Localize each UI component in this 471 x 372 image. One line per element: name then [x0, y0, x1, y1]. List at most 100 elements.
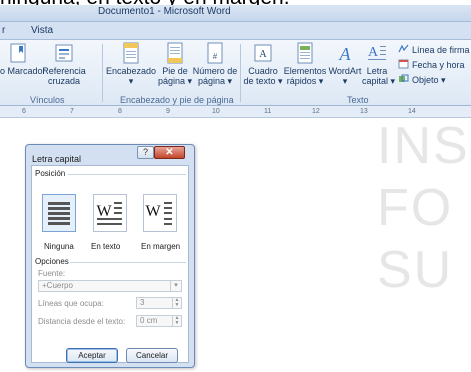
wordart-label-2: ▾ — [342, 76, 348, 86]
help-button[interactable]: ? — [137, 146, 154, 159]
header-icon — [123, 42, 139, 64]
font-label: Fuente: — [38, 269, 66, 278]
drop-cap-in-margin-icon: W — [145, 202, 172, 225]
drop-cap-button[interactable]: A Letra capital ▾ — [362, 42, 396, 86]
group-label-texto: Texto — [347, 95, 369, 105]
drop-cap-dialog: Letra capital ? ✕ Posición W W Ninguna E… — [25, 144, 195, 368]
lines-value: 3 — [140, 298, 145, 307]
watermark-line-1: INS — [377, 117, 470, 175]
cancel-button[interactable]: Cancelar — [126, 348, 178, 363]
drop-cap-none-icon — [48, 202, 70, 225]
ribbon-tabs: r Vista — [0, 22, 471, 40]
cross-reference-icon — [55, 44, 73, 62]
ruler-number: 12 — [312, 108, 320, 115]
spinner-icon: ▲ ▼ — [172, 316, 181, 326]
quick-parts-button[interactable]: Elementos rápidos ▾ — [283, 42, 327, 86]
signature-line-icon — [398, 44, 409, 53]
wordart-label-1: WordArt — [328, 66, 362, 76]
tab-partial[interactable]: r — [2, 25, 5, 36]
drop-cap-in-text-icon: W — [96, 202, 122, 225]
lines-stepper[interactable]: 3 ▲ ▼ — [136, 297, 182, 309]
position-section-label: Posición — [35, 169, 66, 178]
window-title: Documento1 - Microsoft Word — [98, 6, 231, 17]
svg-text:A: A — [368, 45, 379, 60]
drop-cap-label-2: capital ▾ — [362, 76, 396, 86]
title-bar: Documento1 - Microsoft Word — [0, 5, 471, 22]
font-select[interactable]: +Cuerpo ▾ — [38, 280, 182, 292]
cross-reference-label-2: cruzada — [47, 76, 81, 86]
wordart-button[interactable]: A WordArt ▾ — [327, 42, 363, 86]
distance-value: 0 cm — [140, 316, 158, 325]
header-button[interactable]: Encabezado ▾ — [105, 42, 157, 86]
group-separator — [240, 44, 241, 102]
group-label-encabezado: Encabezado y pie de página — [120, 95, 234, 105]
date-time-button[interactable]: Fecha y hora — [398, 59, 465, 71]
lines-label: Líneas que ocupa: — [38, 299, 104, 308]
page-number-button[interactable]: # Número de página ▾ — [192, 42, 238, 86]
chevron-down-icon: ▾ — [170, 281, 181, 291]
footer-label-1: Pie de — [162, 66, 188, 76]
options-section-label: Opciones — [35, 257, 69, 266]
group-separator — [102, 44, 103, 102]
option-in-margin[interactable]: W — [143, 194, 177, 232]
close-button[interactable]: ✕ — [154, 146, 185, 159]
quick-parts-label-2: rápidos ▾ — [286, 76, 324, 86]
distance-label: Distancia desde el texto: — [38, 317, 126, 326]
page-number-icon: # — [207, 42, 223, 64]
svg-text:A: A — [259, 49, 267, 60]
dialog-title: Letra capital — [32, 154, 82, 164]
option-none-label: Ninguna — [44, 242, 74, 251]
signature-line-button[interactable]: Línea de firma ▾ — [398, 44, 471, 56]
option-none[interactable] — [42, 194, 76, 232]
header-label: Encabezado — [105, 66, 157, 76]
ruler-number: 8 — [118, 108, 122, 115]
wordart-icon: A — [339, 44, 352, 64]
text-box-label-1: Cuadro — [248, 66, 278, 76]
object-label: Objeto ▾ — [412, 75, 446, 85]
ruler-number: 10 — [212, 108, 220, 115]
ruler-number: 7 — [70, 108, 74, 115]
word-window: ninguna, en texto y en margen. Documento… — [0, 0, 471, 372]
tab-vista[interactable]: Vista — [31, 25, 53, 36]
option-in-text[interactable]: W — [93, 194, 127, 232]
section-divider — [70, 262, 186, 263]
svg-text:#: # — [213, 52, 218, 61]
footer-button[interactable]: Pie de página ▾ — [157, 42, 193, 86]
page-number-label-2: página ▾ — [197, 76, 233, 86]
group-label-vinculos: Vínculos — [30, 95, 65, 105]
text-box-button[interactable]: A Cuadro de texto ▾ — [243, 42, 283, 86]
ribbon: o Marcador Referencia cruzada Vínculos E… — [0, 40, 471, 106]
section-divider — [68, 174, 186, 175]
font-value: +Cuerpo — [42, 281, 73, 290]
ruler-number: 14 — [408, 108, 416, 115]
cross-reference-label-1: Referencia — [42, 66, 86, 76]
quick-parts-icon — [297, 42, 313, 64]
footer-icon — [167, 42, 183, 64]
object-button[interactable]: Objeto ▾ — [398, 74, 446, 86]
ruler-number: 13 — [360, 108, 368, 115]
accept-button[interactable]: Aceptar — [66, 348, 118, 363]
distance-stepper[interactable]: 0 cm ▲ ▼ — [136, 315, 182, 327]
bookmark-button[interactable]: o Marcador — [0, 42, 46, 76]
drop-cap-label-1: Letra — [366, 66, 388, 76]
option-in-margin-label: En margen — [141, 242, 181, 251]
option-in-text-label: En texto — [91, 242, 121, 251]
page-number-label-1: Número de — [192, 66, 238, 76]
bookmark-icon — [10, 43, 26, 63]
signature-line-label: Línea de firma ▾ — [412, 45, 471, 55]
watermark-line-3: SU — [377, 241, 454, 299]
quick-parts-label-1: Elementos — [283, 66, 327, 76]
drop-cap-icon: A — [368, 45, 386, 60]
spinner-icon: ▲ ▼ — [172, 298, 181, 308]
ruler-number: 9 — [166, 108, 170, 115]
text-box-label-2: de texto ▾ — [243, 76, 283, 86]
dialog-body: Posición W W Ninguna En texto En margen … — [31, 165, 189, 363]
svg-text:W: W — [145, 203, 161, 220]
cross-reference-button[interactable]: Referencia cruzada — [39, 42, 89, 86]
svg-text:A: A — [339, 44, 352, 64]
header-arrow: ▾ — [128, 76, 134, 86]
footer-label-2: página ▾ — [157, 76, 193, 86]
date-time-label: Fecha y hora — [412, 60, 465, 70]
text-box-icon: A — [254, 44, 272, 62]
svg-text:W: W — [96, 203, 112, 220]
